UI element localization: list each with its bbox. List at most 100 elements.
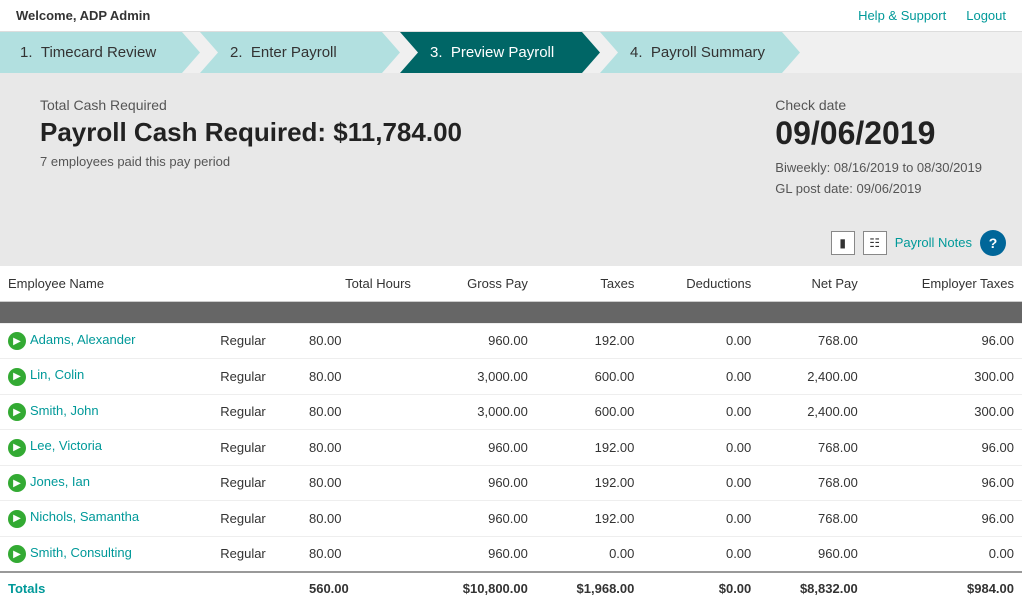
row-net-pay: 768.00 <box>759 323 866 359</box>
row-type: Regular <box>212 465 301 501</box>
row-type: Regular <box>212 394 301 430</box>
row-deductions: 0.00 <box>642 430 759 466</box>
employee-name[interactable]: ▶Nichols, Samantha <box>0 501 212 537</box>
row-employer-taxes: 300.00 <box>866 359 1022 395</box>
help-support-link[interactable]: Help & Support <box>858 8 946 23</box>
row-gross-pay: 3,000.00 <box>419 359 536 395</box>
table-row: ▶Jones, Ian Regular 80.00 960.00 192.00 … <box>0 465 1022 501</box>
table-row: ▶Smith, John Regular 80.00 3,000.00 600.… <box>0 394 1022 430</box>
summary-section: Total Cash Required Payroll Cash Require… <box>0 73 1022 224</box>
row-total-hours: 80.00 <box>301 394 419 430</box>
row-net-pay: 2,400.00 <box>759 359 866 395</box>
wizard-bar: 1. Timecard Review 2. Enter Payroll 3. P… <box>0 32 1022 73</box>
row-total-hours: 80.00 <box>301 536 419 572</box>
totals-gross-pay: $10,800.00 <box>419 572 536 604</box>
totals-taxes: $1,968.00 <box>536 572 643 604</box>
wizard-step-3-label: 3. Preview Payroll <box>430 44 554 61</box>
wizard-step-4[interactable]: 4. Payroll Summary <box>600 32 800 73</box>
employee-name[interactable]: ▶Lin, Colin <box>0 359 212 395</box>
table-row: ▶Smith, Consulting Regular 80.00 960.00 … <box>0 536 1022 572</box>
col-type <box>212 266 301 302</box>
row-deductions: 0.00 <box>642 359 759 395</box>
row-gross-pay: 960.00 <box>419 536 536 572</box>
row-net-pay: 768.00 <box>759 501 866 537</box>
row-employer-taxes: 96.00 <box>866 501 1022 537</box>
row-type: Regular <box>212 323 301 359</box>
row-deductions: 0.00 <box>642 394 759 430</box>
row-type: Regular <box>212 501 301 537</box>
table-row: ▶Lee, Victoria Regular 80.00 960.00 192.… <box>0 430 1022 466</box>
employee-name[interactable]: ▶Smith, Consulting <box>0 536 212 572</box>
check-date-value: 09/06/2019 <box>775 115 982 152</box>
row-type: Regular <box>212 359 301 395</box>
row-deductions: 0.00 <box>642 323 759 359</box>
row-net-pay: 960.00 <box>759 536 866 572</box>
row-gross-pay: 960.00 <box>419 430 536 466</box>
employee-name[interactable]: ▶Jones, Ian <box>0 465 212 501</box>
view-icon-grid[interactable]: ☷ <box>863 231 887 255</box>
table-section: Employee Name Total Hours Gross Pay Taxe… <box>0 266 1022 604</box>
col-deductions: Deductions <box>642 266 759 302</box>
row-gross-pay: 3,000.00 <box>419 394 536 430</box>
totals-deductions: $0.00 <box>642 572 759 604</box>
summary-left: Total Cash Required Payroll Cash Require… <box>40 97 462 169</box>
table-row: ▶Adams, Alexander Regular 80.00 960.00 1… <box>0 323 1022 359</box>
row-arrow-icon: ▶ <box>8 368 26 386</box>
row-employer-taxes: 96.00 <box>866 430 1022 466</box>
row-total-hours: 80.00 <box>301 359 419 395</box>
row-deductions: 0.00 <box>642 501 759 537</box>
table-header-row: Employee Name Total Hours Gross Pay Taxe… <box>0 266 1022 302</box>
col-taxes: Taxes <box>536 266 643 302</box>
logout-link[interactable]: Logout <box>966 8 1006 23</box>
top-nav: Welcome, ADP Admin Help & Support Logout <box>0 0 1022 32</box>
row-employer-taxes: 96.00 <box>866 323 1022 359</box>
row-total-hours: 80.00 <box>301 430 419 466</box>
wizard-step-2[interactable]: 2. Enter Payroll <box>200 32 400 73</box>
welcome-text: Welcome, ADP Admin <box>16 8 150 23</box>
employee-name[interactable]: ▶Smith, John <box>0 394 212 430</box>
row-gross-pay: 960.00 <box>419 501 536 537</box>
row-gross-pay: 960.00 <box>419 323 536 359</box>
row-taxes: 192.00 <box>536 430 643 466</box>
biweekly-range: Biweekly: 08/16/2019 to 08/30/2019 <box>775 158 982 179</box>
row-arrow-icon: ▶ <box>8 403 26 421</box>
row-taxes: 0.00 <box>536 536 643 572</box>
wizard-step-4-label: 4. Payroll Summary <box>630 44 765 61</box>
row-net-pay: 2,400.00 <box>759 394 866 430</box>
totals-employer-taxes: $984.00 <box>866 572 1022 604</box>
row-type: Regular <box>212 536 301 572</box>
totals-label: Totals <box>0 572 212 604</box>
row-arrow-icon: ▶ <box>8 474 26 492</box>
row-deductions: 0.00 <box>642 536 759 572</box>
row-taxes: 192.00 <box>536 323 643 359</box>
total-cash-label: Total Cash Required <box>40 97 462 113</box>
row-type: Regular <box>212 430 301 466</box>
totals-hours: 560.00 <box>301 572 419 604</box>
row-taxes: 192.00 <box>536 465 643 501</box>
table-row: ▶Lin, Colin Regular 80.00 3,000.00 600.0… <box>0 359 1022 395</box>
row-taxes: 600.00 <box>536 394 643 430</box>
row-net-pay: 768.00 <box>759 430 866 466</box>
row-arrow-icon: ▶ <box>8 545 26 563</box>
row-gross-pay: 960.00 <box>419 465 536 501</box>
row-employer-taxes: 0.00 <box>866 536 1022 572</box>
employee-count: 7 employees paid this pay period <box>40 154 462 169</box>
total-cash-value: Payroll Cash Required: $11,784.00 <box>40 117 462 148</box>
totals-net-pay: $8,832.00 <box>759 572 866 604</box>
row-arrow-icon: ▶ <box>8 510 26 528</box>
nav-links: Help & Support Logout <box>858 8 1006 23</box>
totals-row: Totals 560.00 $10,800.00 $1,968.00 $0.00… <box>0 572 1022 604</box>
row-net-pay: 768.00 <box>759 465 866 501</box>
wizard-step-1[interactable]: 1. Timecard Review <box>0 32 200 73</box>
col-employer-taxes: Employer Taxes <box>866 266 1022 302</box>
help-icon[interactable]: ? <box>980 230 1006 256</box>
table-row: ▶Nichols, Samantha Regular 80.00 960.00 … <box>0 501 1022 537</box>
separator-row <box>0 301 1022 323</box>
view-icon-single[interactable]: ▮ <box>831 231 855 255</box>
wizard-step-3[interactable]: 3. Preview Payroll <box>400 32 600 73</box>
employee-name[interactable]: ▶Adams, Alexander <box>0 323 212 359</box>
payroll-notes-link[interactable]: Payroll Notes <box>895 235 972 250</box>
gl-post-date: GL post date: 09/06/2019 <box>775 179 982 200</box>
employee-name[interactable]: ▶Lee, Victoria <box>0 430 212 466</box>
row-arrow-icon: ▶ <box>8 439 26 457</box>
